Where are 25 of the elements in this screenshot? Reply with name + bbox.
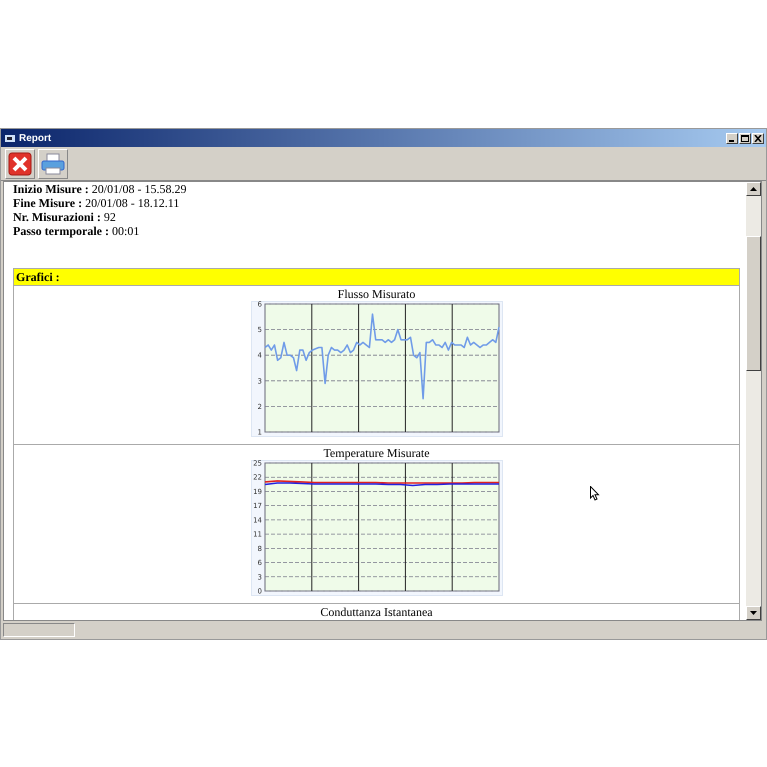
vertical-scrollbar[interactable] [746,182,761,620]
info-line: Fine Misure : 20/01/08 - 18.12.11 [13,196,180,210]
down-triangle-icon [750,611,757,615]
scroll-down-button[interactable] [746,606,761,620]
section-header: Grafici : [13,268,740,286]
up-triangle-icon [750,187,757,191]
info-line: Passo termporale : 00:01 [13,224,140,238]
print-button[interactable] [38,148,68,178]
chart-title: Temperature Misurate [323,446,430,460]
close-icon [754,134,762,142]
maximize-button[interactable] [739,132,751,144]
close-report-button[interactable] [5,148,35,178]
scroll-up-button[interactable] [746,182,761,196]
maximize-icon [741,134,749,142]
scroll-thumb[interactable] [746,236,761,371]
app-icon [5,134,15,142]
chart-title: Flusso Misurato [338,287,416,301]
info-line: Nr. Misurazioni : 92 [13,210,117,224]
window-title: Report [19,132,52,144]
pointer-cursor-icon [590,486,600,501]
info-line: Inizio Misure : 20/01/08 - 15.58.29 [13,182,188,196]
chart-title: Conduttanza Istantanea [320,605,433,619]
status-panel [3,623,75,637]
minimize-button[interactable] [726,132,738,144]
close-button[interactable] [752,132,764,144]
